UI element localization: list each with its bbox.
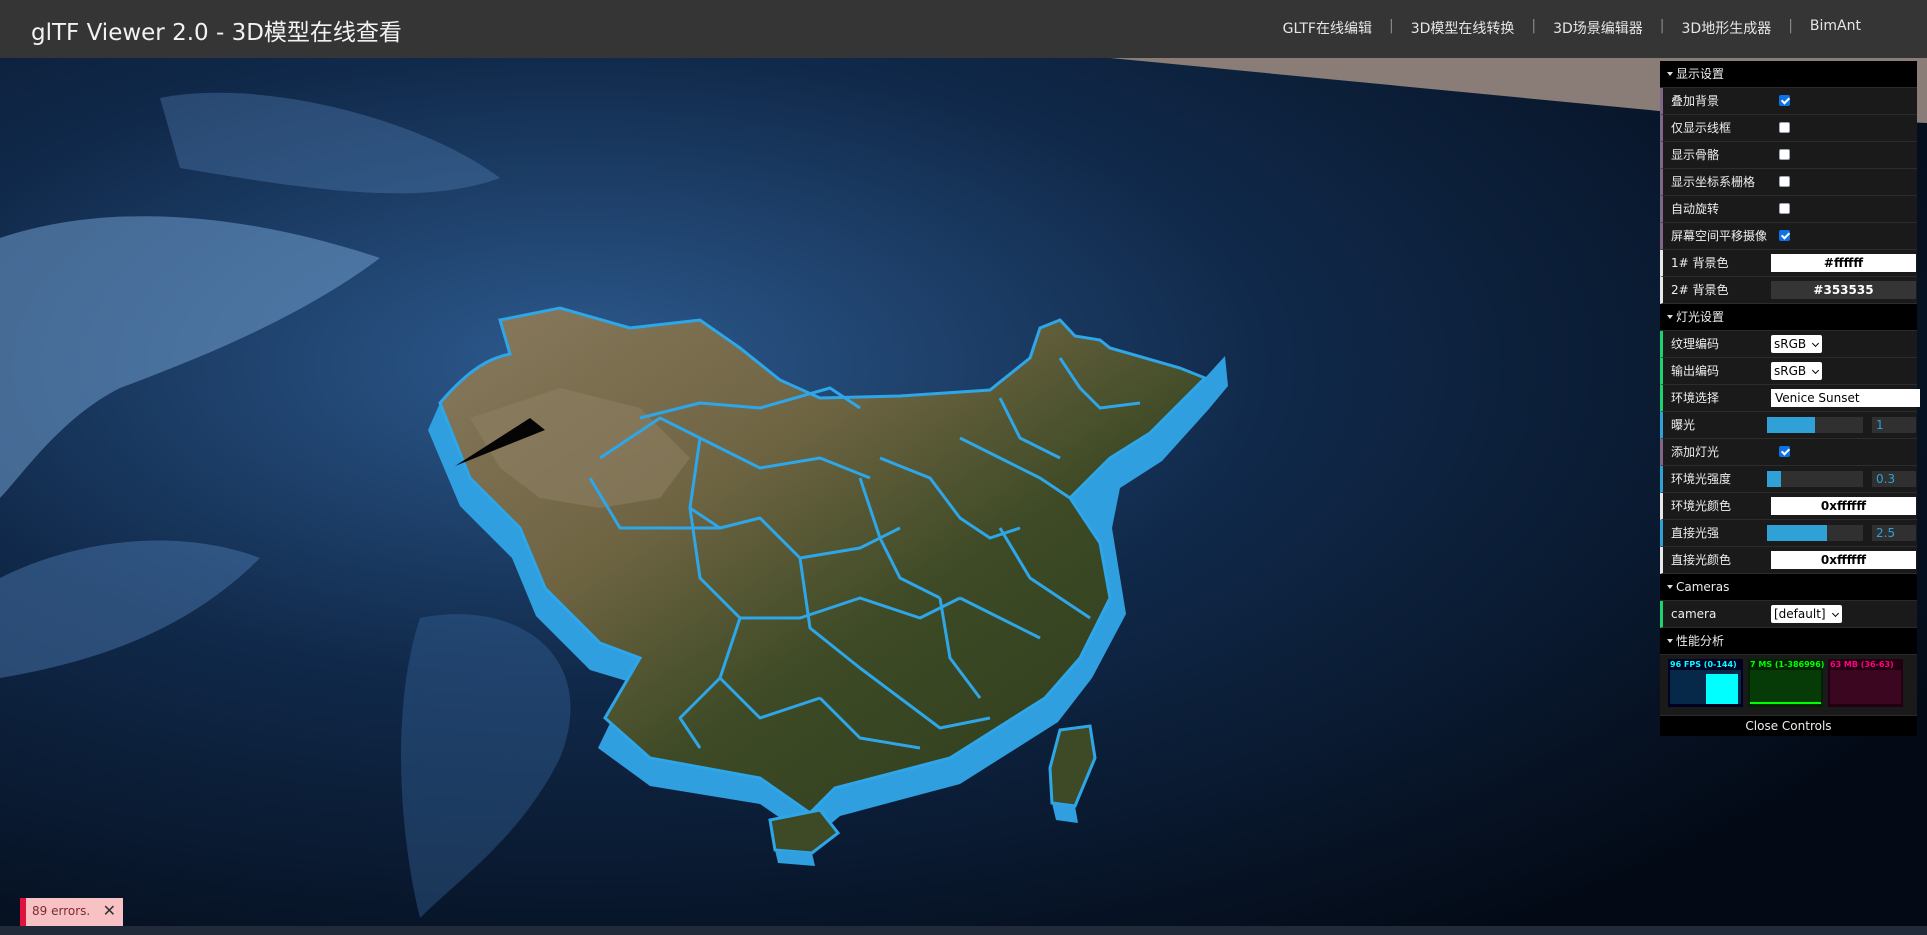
label-wireframe: 仅显示线框 <box>1671 121 1732 135</box>
nav-terrain-generator[interactable]: 3D地形生成器 <box>1665 18 1789 38</box>
checkbox-wireframe[interactable] <box>1779 122 1790 133</box>
row-screenspace-pan: 屏幕空间平移摄像 <box>1660 223 1917 250</box>
label-autorotate: 自动旋转 <box>1671 202 1720 216</box>
row-ambient-color: 环境光颜色 0xffffff <box>1660 493 1917 520</box>
error-count-text: 89 errors. <box>32 904 91 918</box>
checkbox-background[interactable] <box>1779 95 1790 106</box>
stats-panel: 96 FPS (0-144) 7 MS (1-386996) 63 MB (36… <box>1660 655 1917 716</box>
slider-fill-direct-intensity <box>1767 525 1827 541</box>
label-background: 叠加背景 <box>1671 94 1720 108</box>
app-title: glTF Viewer 2.0 - 3D模型在线查看 <box>31 20 402 46</box>
fps-graph <box>1670 670 1741 704</box>
label-camera: camera <box>1671 607 1717 621</box>
top-nav: GLTF在线编辑 | 3D模型在线转换 | 3D场景编辑器 | 3D地形生成器 … <box>1266 18 1878 38</box>
folder-performance[interactable]: 性能分析 <box>1660 628 1917 655</box>
fps-graph-bar <box>1706 674 1738 704</box>
checkbox-autorotate[interactable] <box>1779 203 1790 214</box>
nav-scene-editor[interactable]: 3D场景编辑器 <box>1536 18 1660 38</box>
close-icon[interactable]: ✕ <box>103 901 116 920</box>
select-environment[interactable]: Venice Sunset <box>1771 389 1920 407</box>
row-camera: camera [default] <box>1660 601 1917 628</box>
row-background: 叠加背景 <box>1660 88 1917 115</box>
close-controls-button[interactable]: Close Controls <box>1660 716 1917 736</box>
row-bg1: 1# 背景色 #ffffff <box>1660 250 1917 277</box>
label-screenspace-pan: 屏幕空间平移摄像 <box>1671 229 1768 243</box>
ms-graph <box>1750 670 1821 704</box>
label-add-lights: 添加灯光 <box>1671 445 1720 459</box>
color-input-bg1[interactable]: #ffffff <box>1771 254 1916 272</box>
3d-viewport[interactable] <box>0 58 1927 935</box>
slider-direct-intensity[interactable] <box>1767 525 1863 541</box>
label-texture-encoding: 纹理编码 <box>1671 337 1720 351</box>
label-bg2: 2# 背景色 <box>1671 283 1729 297</box>
row-direct-color: 直接光颜色 0xffffff <box>1660 547 1917 574</box>
mb-graph <box>1830 670 1901 704</box>
fps-text: 96 FPS (0-144) <box>1670 660 1737 669</box>
color-input-ambient[interactable]: 0xffffff <box>1771 497 1916 515</box>
row-output-encoding: 输出编码 sRGB <box>1660 358 1917 385</box>
row-direct-intensity: 直接光强 2.5 <box>1660 520 1917 547</box>
row-ambient-intensity: 环境光强度 0.3 <box>1660 466 1917 493</box>
number-input-ambient-intensity[interactable]: 0.3 <box>1872 471 1916 487</box>
label-direct-intensity: 直接光强 <box>1671 526 1720 540</box>
folder-display-settings[interactable]: 显示设置 <box>1660 61 1917 88</box>
color-input-direct[interactable]: 0xffffff <box>1771 551 1916 569</box>
folder-lighting-settings[interactable]: 灯光设置 <box>1660 304 1917 331</box>
label-ambient-color: 环境光颜色 <box>1671 499 1732 513</box>
fps-panel: 96 FPS (0-144) <box>1668 659 1743 707</box>
row-exposure: 曝光 1 <box>1660 412 1917 439</box>
nav-bimant[interactable]: BimAnt <box>1793 18 1878 38</box>
color-input-bg2[interactable]: #353535 <box>1771 281 1916 299</box>
select-output-encoding[interactable]: sRGB <box>1771 362 1823 380</box>
number-input-direct-intensity[interactable]: 2.5 <box>1872 525 1916 541</box>
row-wireframe: 仅显示线框 <box>1660 115 1917 142</box>
row-environment: 环境选择 Venice Sunset <box>1660 385 1920 412</box>
row-autorotate: 自动旋转 <box>1660 196 1917 223</box>
checkbox-grid[interactable] <box>1779 176 1790 187</box>
slider-exposure[interactable] <box>1767 417 1863 433</box>
checkbox-screenspace-pan[interactable] <box>1779 230 1790 241</box>
label-output-encoding: 输出编码 <box>1671 364 1720 378</box>
ms-panel: 7 MS (1-386996) <box>1748 659 1825 707</box>
os-taskbar <box>0 926 1927 935</box>
label-exposure: 曝光 <box>1671 418 1696 432</box>
label-bg1: 1# 背景色 <box>1671 256 1729 270</box>
row-add-lights: 添加灯光 <box>1660 439 1917 466</box>
label-ambient-intensity: 环境光强度 <box>1671 472 1732 486</box>
nav-gltf-editor[interactable]: GLTF在线编辑 <box>1266 18 1389 38</box>
select-texture-encoding[interactable]: sRGB <box>1771 335 1823 353</box>
number-input-exposure[interactable]: 1 <box>1872 417 1916 433</box>
ms-text: 7 MS (1-386996) <box>1750 660 1825 669</box>
error-notification: 89 errors. ✕ <box>20 898 123 926</box>
slider-fill-ambient-intensity <box>1767 471 1782 487</box>
3d-scene <box>0 58 1927 935</box>
nav-model-converter[interactable]: 3D模型在线转换 <box>1394 18 1532 38</box>
slider-ambient-intensity[interactable] <box>1767 471 1863 487</box>
row-skeleton: 显示骨骼 <box>1660 142 1917 169</box>
top-header: glTF Viewer 2.0 - 3D模型在线查看 GLTF在线编辑 | 3D… <box>0 0 1927 58</box>
slider-fill-exposure <box>1767 417 1815 433</box>
ms-graph-line <box>1750 702 1821 704</box>
label-environment: 环境选择 <box>1671 391 1720 405</box>
mb-text: 63 MB (36-63) <box>1830 660 1894 669</box>
folder-cameras[interactable]: Cameras <box>1660 574 1917 601</box>
row-grid: 显示坐标系栅格 <box>1660 169 1917 196</box>
checkbox-add-lights[interactable] <box>1779 446 1790 457</box>
row-texture-encoding: 纹理编码 sRGB <box>1660 331 1917 358</box>
row-bg2: 2# 背景色 #353535 <box>1660 277 1917 304</box>
label-skeleton: 显示骨骼 <box>1671 148 1720 162</box>
controls-panel: 显示设置 叠加背景 仅显示线框 显示骨骼 显示坐标系栅格 自动旋转 屏幕空间平移… <box>1660 61 1920 736</box>
mb-panel: 63 MB (36-63) <box>1828 659 1903 707</box>
label-grid: 显示坐标系栅格 <box>1671 175 1756 189</box>
select-camera[interactable]: [default] <box>1771 605 1842 623</box>
checkbox-skeleton[interactable] <box>1779 149 1790 160</box>
label-direct-color: 直接光颜色 <box>1671 553 1732 567</box>
